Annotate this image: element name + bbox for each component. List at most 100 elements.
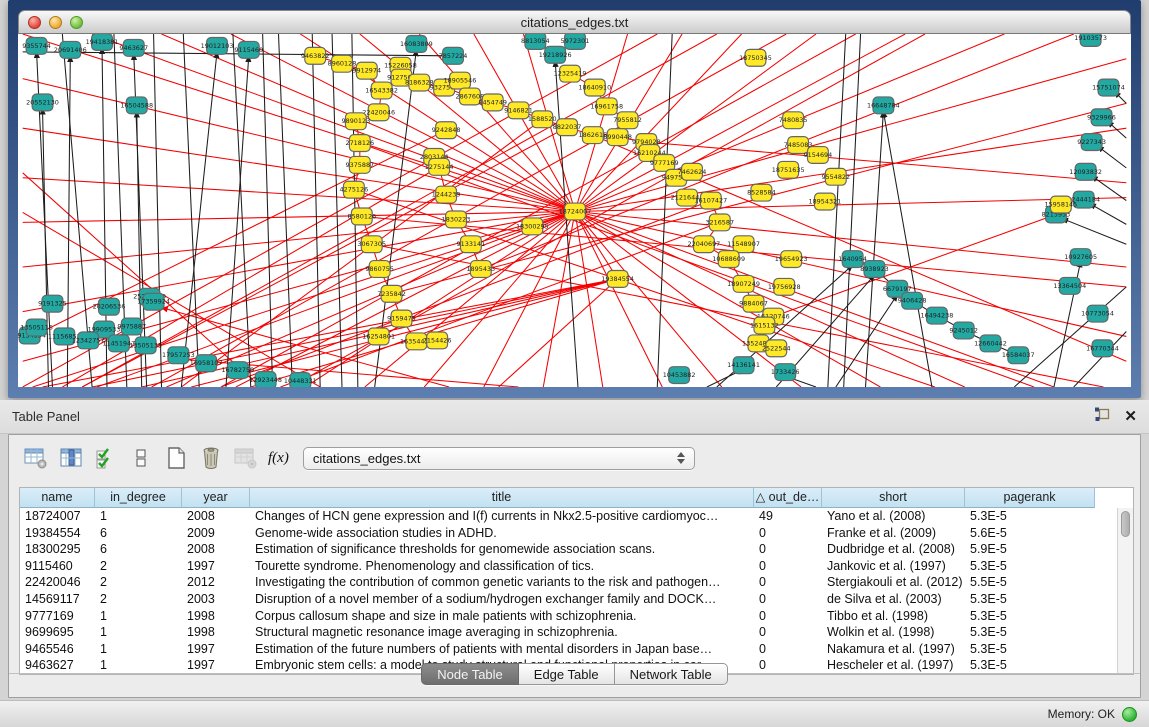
graph-node-16504588[interactable]: 16504588 <box>120 97 153 114</box>
graph-edge[interactable] <box>1098 146 1127 168</box>
graph-edge[interactable] <box>280 222 719 387</box>
graph-node-9329966[interactable]: 9329966 <box>1087 109 1116 126</box>
graph-node-7154426[interactable]: 7154426 <box>423 332 452 349</box>
graph-edge[interactable] <box>657 34 672 387</box>
graph-edge[interactable] <box>575 59 1126 212</box>
graph-node-8822037[interactable]: 8822037 <box>553 119 582 136</box>
graph-node-9227343[interactable]: 9227343 <box>1077 134 1106 151</box>
graph-edge[interactable] <box>23 128 575 211</box>
table-row[interactable]: 911546021997Tourette syndrome. Phenomeno… <box>20 558 1117 575</box>
graph-edge[interactable] <box>1062 218 1126 244</box>
graph-node-9242848[interactable]: 9242848 <box>432 122 461 139</box>
graph-node-10453882[interactable]: 10453882 <box>663 367 696 384</box>
scrollbar-thumb[interactable] <box>1121 511 1130 537</box>
graph-node-13364504[interactable]: 13364504 <box>1053 277 1086 294</box>
graph-node-2718126[interactable]: 2718126 <box>345 135 374 152</box>
graph-node-9133141[interactable]: 9133141 <box>457 236 486 253</box>
tab-edge-table[interactable]: Edge Table <box>519 663 615 685</box>
column-header-pagerank[interactable]: pagerank <box>965 488 1095 508</box>
graph-node-20552130[interactable]: 20552130 <box>26 94 59 111</box>
network-window-titlebar[interactable]: citations_edges.txt <box>18 10 1131 34</box>
graph-node-10773054[interactable]: 10773054 <box>1081 305 1114 322</box>
graph-node-16083809[interactable]: 16083809 <box>400 35 433 52</box>
graph-node-7480835[interactable]: 7480835 <box>779 112 808 129</box>
graph-node-1830223[interactable]: 1830223 <box>442 211 471 228</box>
function-builder-icon[interactable]: f(x) <box>268 450 289 467</box>
graph-node-10927605[interactable]: 10927605 <box>1064 249 1097 266</box>
graph-node-1615132[interactable]: 1615132 <box>750 317 779 334</box>
graph-node-7955812[interactable]: 7955812 <box>613 112 642 129</box>
graph-node-14136141[interactable]: 14136141 <box>727 357 760 374</box>
graph-node-19012103[interactable]: 19012103 <box>201 37 234 54</box>
graph-node-9860755[interactable]: 9860755 <box>365 261 394 278</box>
table-select-dropdown[interactable]: citations_edges.txt <box>303 447 695 470</box>
column-header-year[interactable]: year <box>182 488 250 508</box>
table-row[interactable]: 1830029562008Estimation of significance … <box>20 541 1117 558</box>
graph-node-9355744[interactable]: 9355744 <box>22 37 51 54</box>
graph-node-16961758[interactable]: 16961758 <box>590 98 623 115</box>
column-header-title[interactable]: title <box>250 488 754 508</box>
column-header-in_degree[interactable]: in_degree <box>95 488 182 508</box>
graph-node-2522544[interactable]: 2522544 <box>762 340 791 357</box>
graph-edge[interactable] <box>92 279 618 387</box>
graph-edge[interactable] <box>575 211 1126 336</box>
table-row[interactable]: 1938455462009Genome-wide association stu… <box>20 525 1117 542</box>
row-height-icon[interactable] <box>128 445 154 471</box>
table-settings-icon[interactable] <box>23 445 49 471</box>
graph-node-18750345[interactable]: 18750345 <box>739 49 772 66</box>
table-rows[interactable]: 1872400712008Changes of HCN gene express… <box>20 508 1117 674</box>
graph-node-8990448[interactable]: 8990448 <box>603 129 632 146</box>
float-panel-icon[interactable] <box>1094 406 1110 427</box>
graph-node-16770344[interactable]: 16770344 <box>1086 340 1119 357</box>
graph-node-20691406[interactable]: 20691406 <box>54 41 87 58</box>
graph-node-9890123[interactable]: 9890123 <box>342 113 371 130</box>
graph-node-20206536[interactable]: 20206536 <box>93 298 126 315</box>
graph-edge[interactable] <box>1014 287 1126 387</box>
graph-node-8580126[interactable]: 8580126 <box>347 208 376 225</box>
column-header-name[interactable]: name <box>20 488 95 508</box>
select-columns-icon[interactable] <box>93 445 119 471</box>
graph-node-19654923[interactable]: 19654923 <box>775 251 808 268</box>
graph-edge[interactable] <box>866 111 884 387</box>
graph-node-19103573[interactable]: 19103573 <box>1074 34 1107 46</box>
graph-node-9154694[interactable]: 9154694 <box>804 147 833 164</box>
graph-node-9463627[interactable]: 9463627 <box>119 39 148 56</box>
graph-node-1733426[interactable]: 1733426 <box>771 364 800 381</box>
graph-node-1895433[interactable]: 1895433 <box>466 261 495 278</box>
graph-node-16648784[interactable]: 16648784 <box>867 97 900 114</box>
graph-edge[interactable] <box>154 34 162 387</box>
graph-node-15751074[interactable]: 15751074 <box>1092 79 1125 96</box>
graph-edge[interactable] <box>844 34 861 387</box>
graph-node-7462624[interactable]: 7462624 <box>678 163 707 180</box>
graph-edge[interactable] <box>23 130 446 341</box>
graph-node-9245012[interactable]: 9245012 <box>949 322 978 339</box>
network-canvas[interactable]: 9355744206914061941838194636271901210391… <box>18 34 1131 387</box>
graph-edge[interactable] <box>183 34 199 387</box>
graph-edge[interactable] <box>263 34 273 387</box>
vertical-scrollbar[interactable] <box>1117 508 1133 674</box>
memory-ok-indicator-icon[interactable] <box>1122 707 1137 722</box>
graph-edge[interactable] <box>424 211 575 387</box>
graph-node-8813054[interactable]: 8813054 <box>521 34 550 49</box>
graph-edge[interactable] <box>23 211 575 222</box>
tab-network-table[interactable]: Network Table <box>615 663 728 685</box>
graph-node-9912974[interactable]: 9912974 <box>352 62 381 79</box>
graph-node-3067305[interactable]: 3067305 <box>357 236 386 253</box>
graph-node-8454749[interactable]: 8454749 <box>478 94 507 111</box>
show-columns-icon[interactable] <box>58 445 84 471</box>
table-row[interactable]: 1456911722003Disruption of a novel membe… <box>20 591 1117 608</box>
new-table-icon[interactable] <box>163 445 189 471</box>
graph-node-4275126[interactable]: 4275126 <box>340 181 369 198</box>
graph-node-9975887[interactable]: 9975887 <box>117 318 146 335</box>
graph-edge[interactable] <box>221 201 711 387</box>
graph-node-9159475[interactable]: 9159475 <box>387 310 416 327</box>
graph-node-9115460[interactable]: 9115460 <box>234 41 263 58</box>
graph-node-9463822[interactable]: 9463822 <box>301 47 330 64</box>
table-row[interactable]: 1872400712008Changes of HCN gene express… <box>20 508 1117 525</box>
graph-edge[interactable] <box>226 56 249 387</box>
table-row[interactable]: 969969511998Structural magnetic resonanc… <box>20 624 1117 641</box>
graph-node-3216587[interactable]: 3216587 <box>705 214 734 231</box>
table-row[interactable]: 946554611997Estimation of the future num… <box>20 641 1117 658</box>
table-header-row[interactable]: namein_degreeyeartitle△ out_de…shortpage… <box>20 488 1133 508</box>
graph-node-16584037[interactable]: 16584037 <box>1002 347 1035 364</box>
